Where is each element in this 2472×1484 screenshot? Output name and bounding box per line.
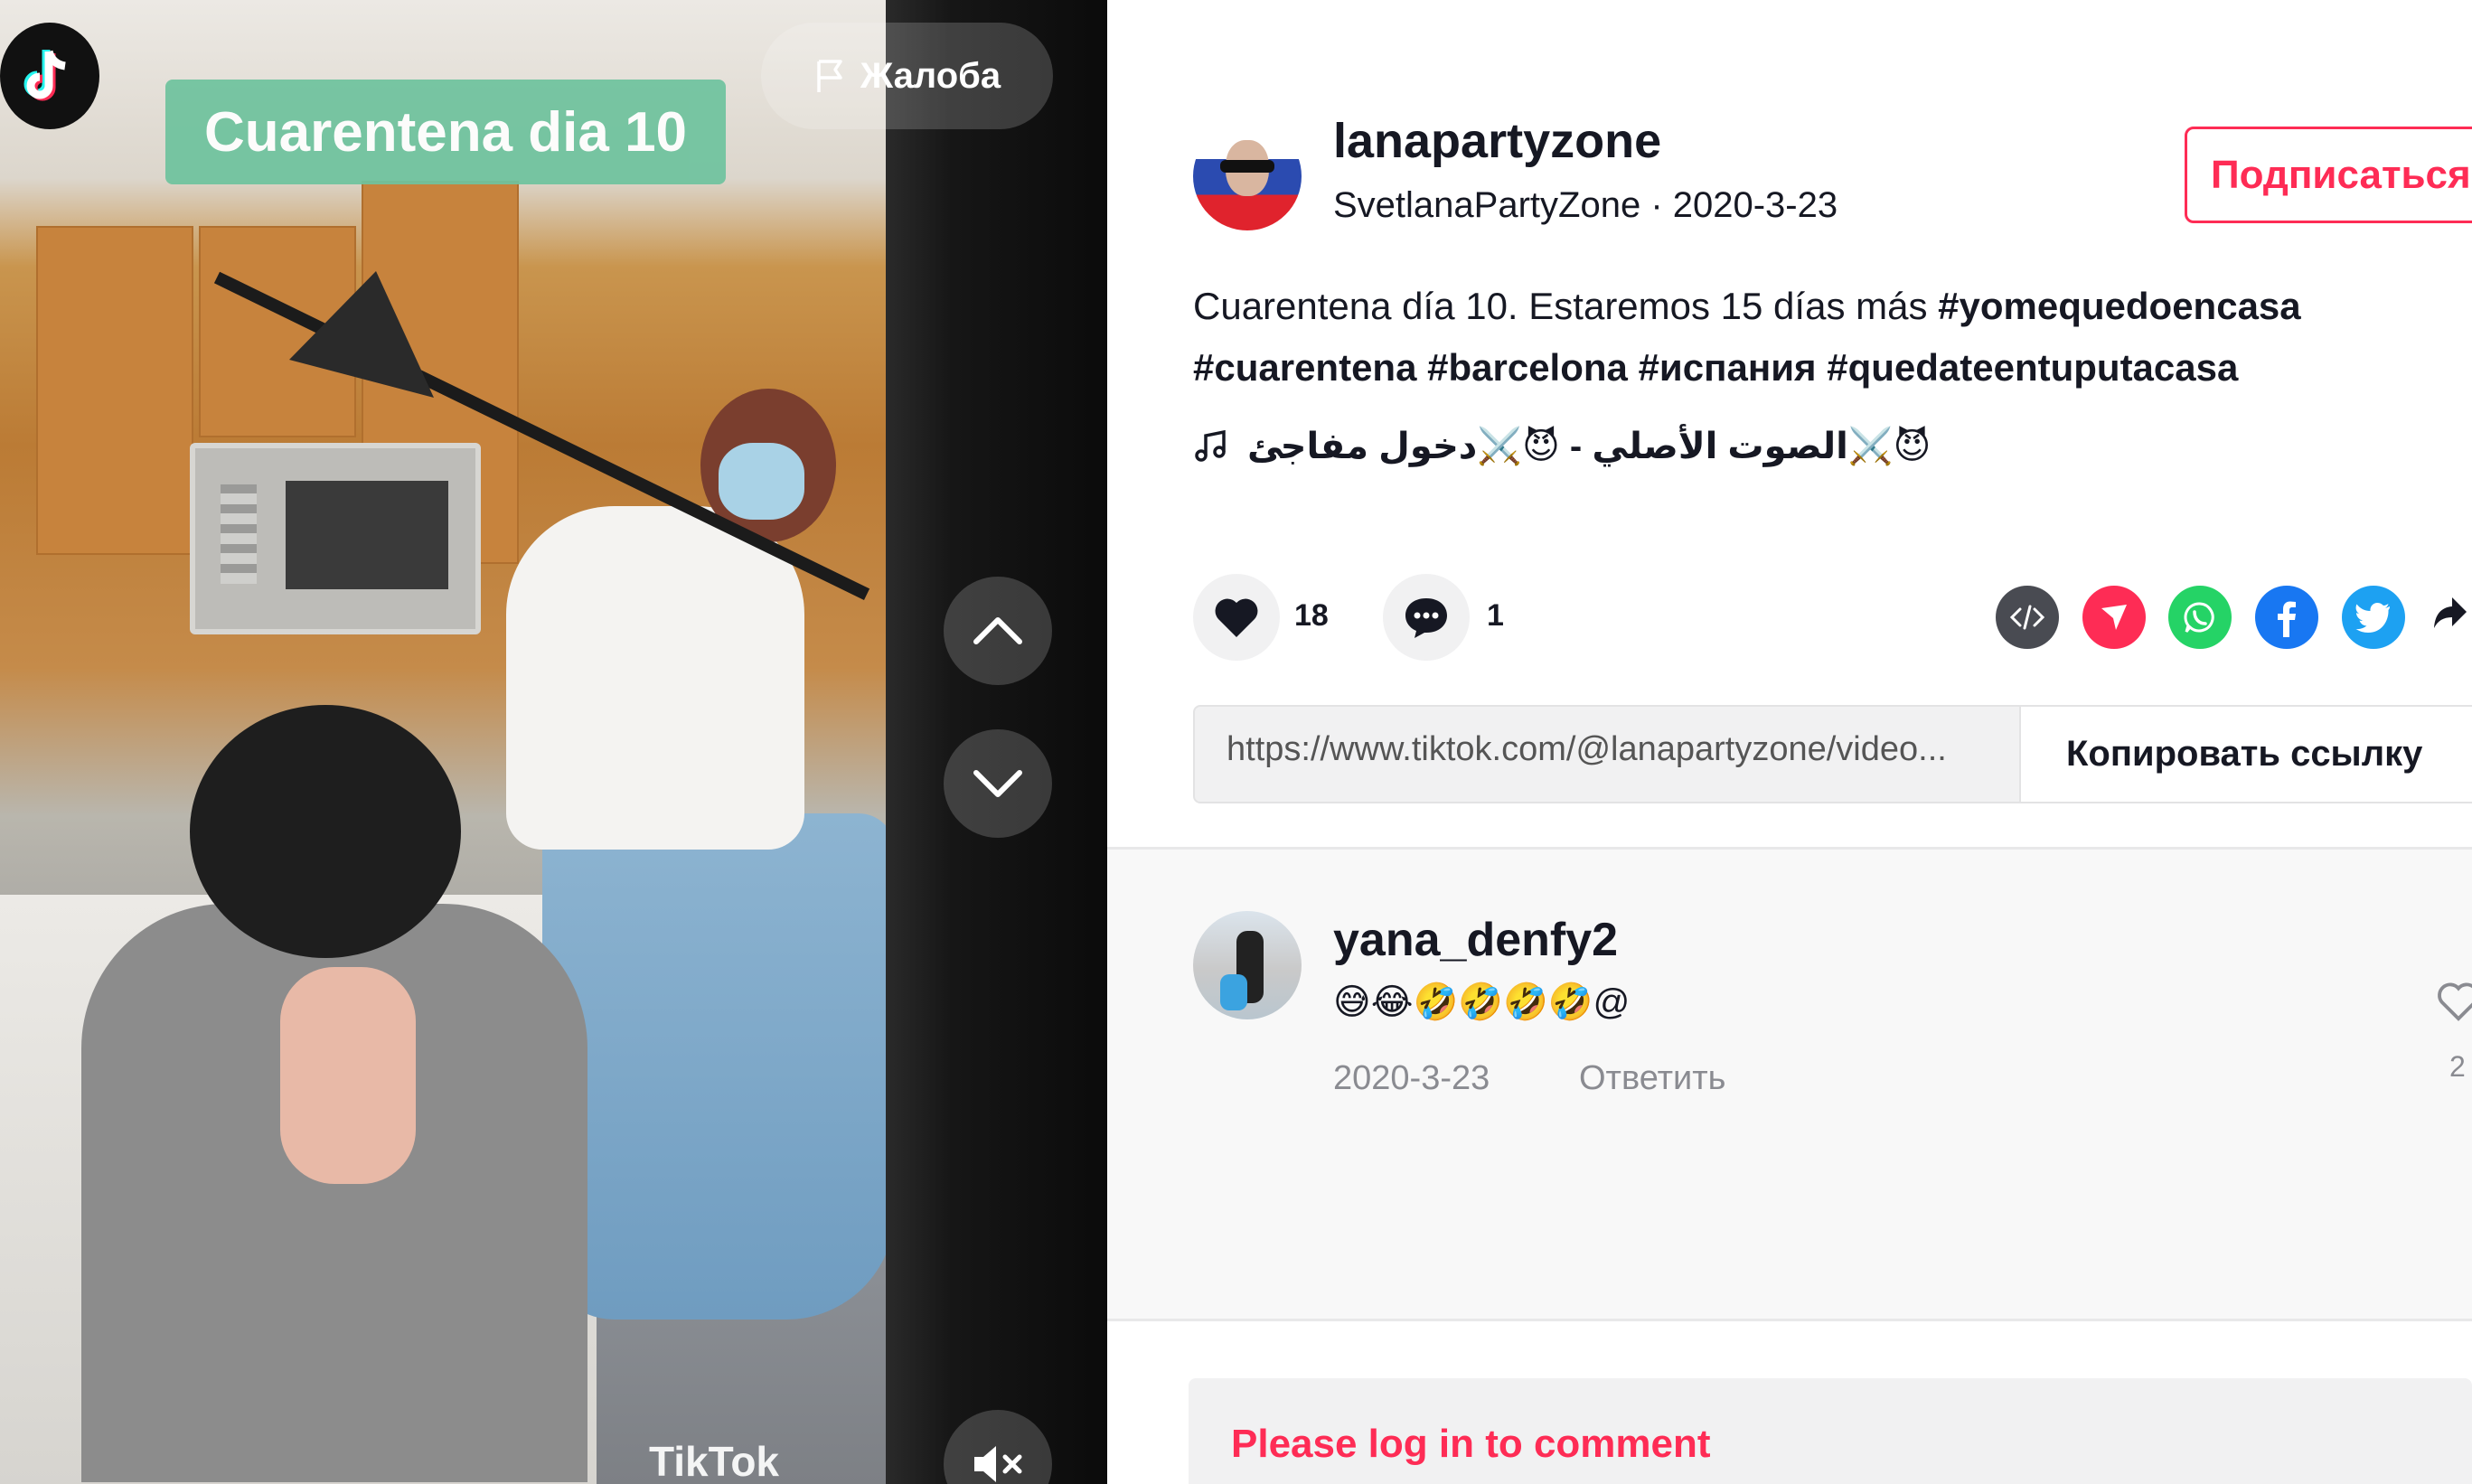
twitter-share-button[interactable] bbox=[2342, 586, 2405, 649]
face-mask bbox=[719, 443, 804, 520]
meta-separator: · bbox=[1640, 185, 1673, 225]
comment-button[interactable] bbox=[1383, 574, 1470, 661]
copy-link-button[interactable]: Копировать ссылку bbox=[2019, 707, 2472, 802]
speaker-muted-icon bbox=[974, 1446, 1022, 1482]
whatsapp-icon bbox=[2184, 602, 2214, 633]
divider bbox=[1107, 1319, 2472, 1321]
facebook-icon bbox=[2278, 601, 2296, 637]
hashtag-link[interactable]: #испания bbox=[1639, 346, 1817, 389]
like-count: 18 bbox=[1294, 598, 1329, 633]
video-caption: Cuarentena dia 10 bbox=[165, 80, 726, 184]
woman-figure bbox=[542, 813, 886, 1320]
microwave bbox=[190, 443, 481, 634]
embed-button[interactable] bbox=[1996, 586, 2059, 649]
video-link-url[interactable]: https://www.tiktok.com/@lanapartyzone/vi… bbox=[1227, 730, 1947, 769]
author-meta: SvetlanaPartyZone · 2020-3-23 bbox=[1333, 185, 1838, 226]
reply-button[interactable]: Ответить bbox=[1579, 1059, 1725, 1098]
author-nickname: SvetlanaPartyZone bbox=[1333, 185, 1641, 225]
previous-video-button[interactable] bbox=[944, 577, 1052, 685]
embed-icon bbox=[2009, 605, 2045, 630]
post-details-panel: lanapartyzone SvetlanaPartyZone · 2020-3… bbox=[1107, 0, 2472, 1484]
report-button[interactable]: Жалоба bbox=[761, 23, 1053, 129]
comment-avatar[interactable] bbox=[1193, 911, 1302, 1019]
comment-date: 2020-3-23 bbox=[1333, 1059, 1490, 1097]
comment-like-count: 2 bbox=[2449, 1050, 2466, 1083]
twitter-icon bbox=[2355, 603, 2390, 633]
hashtag-link[interactable]: #yomequedoencasa bbox=[1938, 285, 2301, 327]
comment-count: 1 bbox=[1487, 598, 1504, 633]
comment-username[interactable]: yana_denfy2 bbox=[1333, 913, 1618, 967]
author-username[interactable]: lanapartyzone bbox=[1333, 113, 1661, 169]
send-button[interactable] bbox=[2082, 586, 2146, 649]
next-video-button[interactable] bbox=[944, 729, 1052, 838]
tiktok-note-icon bbox=[23, 50, 66, 101]
share-arrow-icon bbox=[2434, 597, 2467, 628]
heart-icon bbox=[1215, 598, 1258, 637]
post-description: Cuarentena día 10. Estaremos 15 días más… bbox=[1193, 276, 2449, 399]
hashtag-link[interactable]: #cuarentena bbox=[1193, 346, 1416, 389]
post-date: 2020-3-23 bbox=[1672, 185, 1838, 225]
video-panel: Cuarentena dia 10 Жалоба TikTok bbox=[0, 0, 1107, 1484]
like-button[interactable] bbox=[1193, 574, 1280, 661]
report-label: Жалоба bbox=[860, 55, 1001, 96]
description-text: Cuarentena día 10. Estaremos 15 días más bbox=[1193, 285, 1939, 327]
share-more-button[interactable] bbox=[2432, 589, 2468, 643]
comments-list bbox=[1107, 850, 2472, 1320]
tiktok-logo[interactable] bbox=[0, 23, 99, 129]
chevron-down-icon bbox=[973, 770, 1022, 797]
author-avatar[interactable] bbox=[1193, 122, 1302, 230]
cabinet bbox=[36, 226, 193, 555]
frying-pan bbox=[190, 705, 461, 958]
hashtag-link[interactable]: #barcelona bbox=[1427, 346, 1628, 389]
comment-like-button[interactable] bbox=[2436, 981, 2472, 1033]
comment-bubble-icon bbox=[1405, 598, 1447, 638]
flag-icon bbox=[817, 60, 842, 92]
heart-outline-icon bbox=[2438, 982, 2472, 1021]
chevron-up-icon bbox=[973, 617, 1022, 644]
send-icon bbox=[2101, 605, 2127, 630]
login-to-comment-link[interactable]: Please log in to comment bbox=[1231, 1422, 1711, 1467]
whatsapp-share-button[interactable] bbox=[2168, 586, 2232, 649]
facebook-share-button[interactable] bbox=[2255, 586, 2318, 649]
video-player[interactable] bbox=[0, 0, 886, 1484]
hashtag-link[interactable]: #quedateentuputacasa bbox=[1827, 346, 2238, 389]
tiktok-watermark: TikTok bbox=[649, 1438, 779, 1484]
music-note-icon bbox=[1195, 429, 1226, 462]
video-link-box: https://www.tiktok.com/@lanapartyzone/vi… bbox=[1193, 705, 2472, 803]
music-link[interactable]: 😈⚔️الصوت الأصلي - 😈⚔️دخول مفاجئ bbox=[1193, 425, 1931, 467]
comment-login-bar: Please log in to comment bbox=[1189, 1378, 2472, 1484]
comment-text: 😅😂🤣🤣🤣🤣@ bbox=[1333, 982, 1631, 1022]
music-title: 😈⚔️الصوت الأصلي - 😈⚔️دخول مفاجئ bbox=[1247, 427, 1932, 466]
follow-button[interactable]: Подписаться bbox=[2185, 127, 2472, 223]
